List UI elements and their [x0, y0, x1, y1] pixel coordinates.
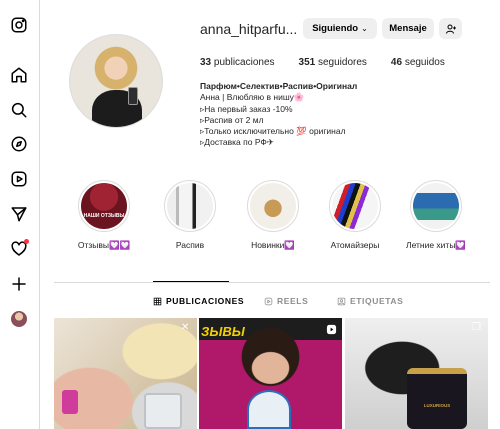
tab-reels[interactable]: REELS [264, 296, 308, 306]
bio-line: Парфюм•Селектив•Распив•Оригинал [200, 81, 358, 91]
carousel-icon: ✕ [181, 322, 190, 333]
post-tile[interactable]: ЗЫВЫ [199, 318, 342, 429]
posts-stat: 33 publicaciones [200, 57, 275, 68]
tab-label: ETIQUETAS [350, 296, 404, 306]
post-caption: ЗЫВЫ [201, 324, 245, 339]
highlight-cover [413, 183, 459, 229]
notification-dot [24, 239, 29, 244]
bio-line: ▹На первый заказ -10% [200, 103, 293, 114]
tab-label: PUBLICACIONES [166, 296, 245, 306]
instagram-icon[interactable] [10, 16, 28, 34]
heart-icon[interactable] [10, 239, 29, 258]
grid-icon [153, 297, 162, 305]
perfume-bottle-clear [144, 393, 182, 429]
active-tab-indicator [153, 281, 229, 282]
highlight-ring: НАШИ ОТЗЫВЫ [78, 180, 130, 232]
highlight-cover: НАШИ ОТЗЫВЫ [81, 183, 127, 229]
highlight-ring [410, 180, 462, 232]
highlight-summer-hits[interactable]: Летние хиты💟 [406, 180, 466, 251]
perfume-bottle-pink [62, 390, 78, 414]
add-person-icon [445, 24, 456, 34]
profile-username: anna_hitparfu... [200, 21, 298, 37]
highlight-label: Атомайзеры [330, 240, 380, 250]
reels-icon [264, 297, 273, 305]
posts-count: 33 [200, 57, 212, 68]
tab-tagged[interactable]: ETIQUETAS [337, 296, 403, 306]
message-button[interactable]: Mensaje [382, 18, 434, 39]
followers-label: seguidores [317, 57, 367, 68]
profile-bio: Парфюм•Селектив•Распив•Оригинал Анна | В… [200, 81, 490, 149]
tab-posts[interactable]: PUBLICACIONES [153, 296, 244, 306]
suggest-people-button[interactable] [439, 18, 462, 39]
search-icon[interactable] [10, 101, 28, 119]
tabs-divider [54, 282, 490, 283]
left-nav-rail [0, 0, 40, 429]
highlight-label: Новинки💟 [251, 240, 295, 250]
highlight-ring [247, 180, 299, 232]
highlight-cover-text: НАШИ ОТЗЫВЫ [83, 213, 125, 219]
followers-count: 351 [298, 57, 316, 68]
highlight-cover [167, 183, 213, 229]
tab-label: REELS [277, 296, 309, 306]
message-button-label: Mensaje [389, 23, 427, 34]
following-button-label: Siguiendo [312, 23, 359, 34]
highlight-label: Летние хиты💟 [405, 240, 467, 250]
microphone-image [247, 390, 291, 429]
profile-nav-avatar[interactable] [10, 310, 28, 328]
avatar [11, 311, 27, 327]
post-tile[interactable]: ✕ [54, 318, 197, 429]
carousel-icon: ❐ [472, 322, 481, 333]
compass-icon[interactable] [10, 135, 28, 153]
highlight-cover [332, 183, 378, 229]
post-tile[interactable]: LUXURIOUS ❐ [345, 318, 488, 429]
highlight-ring [164, 180, 216, 232]
highlight-ring [329, 180, 381, 232]
highlight-raspiv[interactable]: Распив [160, 180, 220, 250]
story-highlights: НАШИ ОТЗЫВЫ Отзывы💟💟 Распив Новинки💟 Ато… [70, 180, 480, 250]
highlight-atomizers[interactable]: Атомайзеры [325, 180, 385, 250]
perfume-bottle-black [407, 368, 467, 429]
highlight-label: Отзывы💟💟 [77, 240, 131, 250]
bio-line: Анна | Влюбляю в нишу🌸 [200, 92, 305, 103]
profile-stats: 33 publicaciones 351 seguidores 46 segui… [200, 57, 469, 68]
following-stat[interactable]: 46 seguidos [391, 57, 445, 68]
following-button[interactable]: Siguiendo ⌄ [303, 18, 377, 39]
bio-line: ▹Только исключительно 💯 оригинал [200, 126, 346, 137]
highlight-new[interactable]: Новинки💟 [243, 180, 303, 251]
plus-icon[interactable] [10, 275, 28, 293]
following-count: 46 [390, 57, 403, 68]
bio-line: ▹Доставка по РФ✈ [200, 137, 274, 148]
chevron-down-icon: ⌄ [361, 24, 368, 33]
following-label: seguidos [404, 57, 445, 68]
reel-icon [326, 322, 337, 335]
profile-avatar[interactable] [69, 34, 163, 128]
highlight-cover [250, 183, 296, 229]
followers-stat[interactable]: 351 seguidores [299, 57, 367, 68]
post-caption: LUXURIOUS [423, 403, 451, 408]
tag-icon [337, 297, 346, 305]
send-icon[interactable] [10, 205, 28, 223]
posts-label: publicaciones [213, 57, 275, 68]
avatar-perfume-bottle [128, 87, 138, 105]
bio-line: ▹Распив от 2 мл [200, 114, 264, 125]
home-icon[interactable] [10, 66, 28, 84]
highlight-reviews[interactable]: НАШИ ОТЗЫВЫ Отзывы💟💟 [74, 180, 134, 251]
reels-icon[interactable] [10, 170, 28, 188]
highlight-label: Распив [175, 240, 205, 250]
